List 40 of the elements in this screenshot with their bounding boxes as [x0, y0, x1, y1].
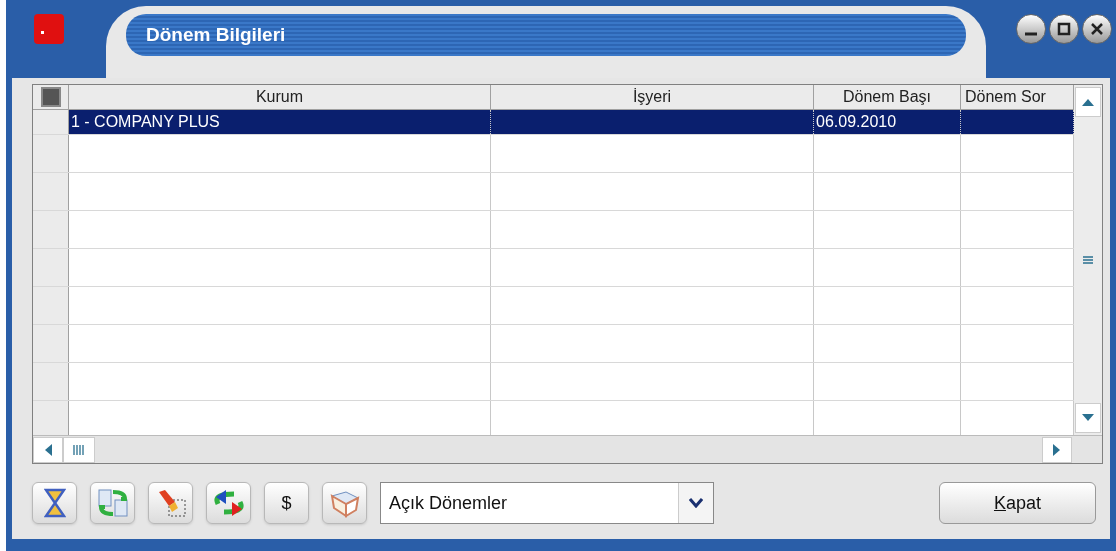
row-header[interactable] [33, 211, 69, 248]
table-cell: 06.09.2010 [814, 110, 961, 134]
close-button[interactable] [1082, 14, 1112, 44]
table-cell: 1 - COMPANY PLUS [69, 110, 491, 134]
scroll-thumb-icon[interactable] [63, 436, 95, 463]
documents-arrows-icon [96, 488, 129, 518]
select-all-checkbox[interactable] [40, 87, 61, 107]
maximize-button[interactable] [1049, 14, 1079, 44]
hourglass-button[interactable] [32, 482, 77, 524]
chevron-down-icon [689, 498, 703, 508]
hourglass-icon [43, 488, 66, 518]
column-header[interactable]: Dönem Başı [814, 85, 961, 109]
column-header[interactable]: İşyeri [491, 85, 814, 109]
brush-button[interactable] [148, 482, 193, 524]
minimize-button[interactable] [1016, 14, 1046, 44]
close-dialog-button[interactable]: Kapat [939, 482, 1096, 524]
swap-button[interactable] [206, 482, 251, 524]
row-header[interactable] [33, 287, 69, 324]
close-icon [1090, 22, 1104, 36]
horizontal-scrollbar[interactable] [33, 435, 1102, 463]
row-header[interactable] [33, 363, 69, 400]
column-header[interactable]: Kurum [69, 85, 491, 109]
refresh-documents-button[interactable] [90, 482, 135, 524]
box-button[interactable] [322, 482, 367, 524]
scroll-up-icon[interactable] [1075, 87, 1101, 117]
scroll-left-icon[interactable] [33, 436, 63, 463]
vertical-scrollbar[interactable] [1074, 85, 1102, 435]
scroll-right-icon[interactable] [1042, 436, 1072, 463]
row-header[interactable] [33, 173, 69, 210]
row-header[interactable] [33, 135, 69, 172]
maximize-icon [1057, 22, 1071, 36]
app-icon [34, 14, 64, 44]
row-header[interactable] [33, 325, 69, 362]
window-title: Dönem Bilgileri [146, 22, 286, 47]
period-filter-dropdown[interactable]: Açık Dönemler [380, 482, 714, 524]
scroll-down-icon[interactable] [1075, 403, 1101, 433]
swap-arrows-icon [211, 488, 246, 518]
currency-button[interactable]: $ [264, 482, 309, 524]
row-header[interactable] [33, 249, 69, 286]
minimize-icon [1024, 32, 1038, 36]
